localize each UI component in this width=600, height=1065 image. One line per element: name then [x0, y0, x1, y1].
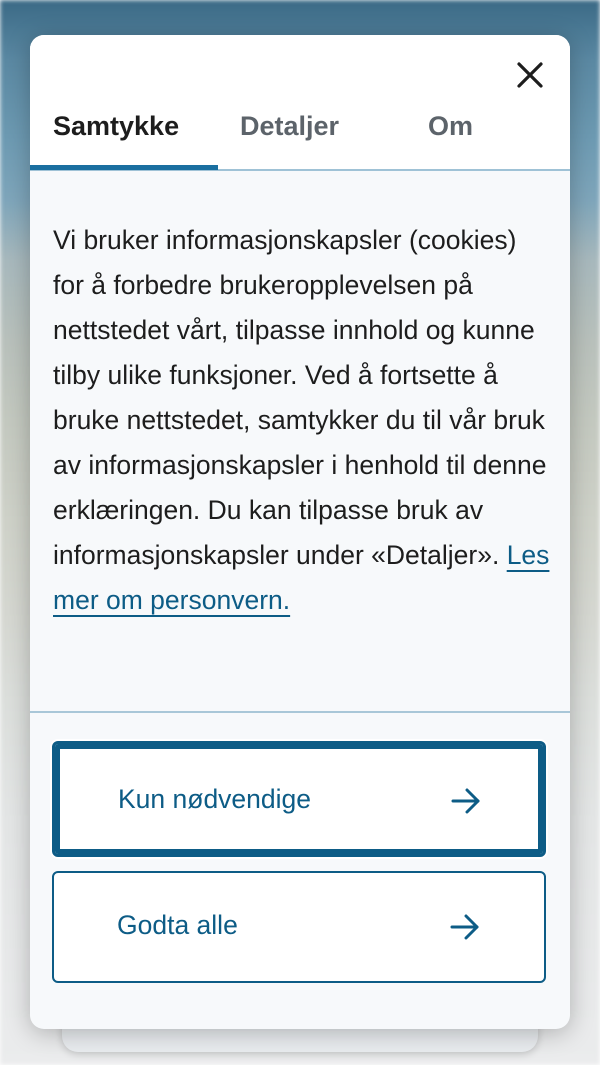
arrow-right-icon: [450, 914, 479, 940]
only-necessary-button[interactable]: Kun nødvendige: [52, 741, 546, 857]
tab-bar: Samtykke Detaljer Om: [30, 103, 570, 171]
only-necessary-label: Kun nødvendige: [118, 784, 312, 814]
accept-all-button[interactable]: Godta alle: [52, 871, 546, 983]
accept-all-label: Godta alle: [117, 910, 238, 940]
arrow-right-icon: [451, 788, 480, 814]
section-divider: [30, 711, 570, 713]
cookie-consent-dialog: Samtykke Detaljer Om Vi bruker informasj…: [30, 35, 570, 1029]
tab-detaljer[interactable]: Detaljer: [240, 103, 339, 169]
tab-om[interactable]: Om: [428, 103, 473, 169]
close-icon: [517, 62, 543, 88]
active-tab-indicator: [30, 165, 218, 170]
consent-paragraph: Vi bruker informasjonskapsler (cookies) …: [53, 225, 547, 570]
close-button[interactable]: [510, 55, 550, 95]
tab-samtykke[interactable]: Samtykke: [53, 103, 179, 169]
consent-text: Vi bruker informasjonskapsler (cookies) …: [53, 218, 553, 623]
